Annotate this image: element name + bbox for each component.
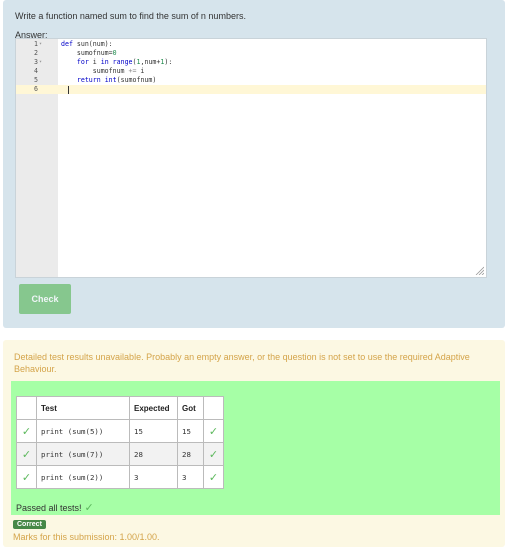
code-text: return int(sumofnum) xyxy=(76,76,157,84)
line-number: 2 xyxy=(34,49,38,57)
test-results-table: Test Expected Got ✓ print (sum(5)) 15 15… xyxy=(16,396,224,489)
row-status-cell: ✓ xyxy=(16,442,37,466)
line-number: 1 xyxy=(34,40,38,48)
question-panel: Write a function named sum to find the s… xyxy=(3,0,505,328)
line-number: 6 xyxy=(34,85,38,93)
got-cell: 15 xyxy=(177,419,204,443)
text-cursor xyxy=(68,86,69,94)
code-text: def sun(num): xyxy=(61,40,113,48)
expected-cell: 3 xyxy=(129,465,178,489)
row-result-cell: ✓ xyxy=(203,419,224,443)
question-text: Write a function named sum to find the s… xyxy=(15,11,246,21)
table-row: ✓ print (sum(2)) 3 3 ✓ xyxy=(16,465,224,489)
header-test: Test xyxy=(36,396,130,420)
correct-badge: Correct xyxy=(13,520,46,529)
expected-cell: 28 xyxy=(129,442,178,466)
resize-grip-icon[interactable] xyxy=(474,265,484,275)
test-results-box: Test Expected Got ✓ print (sum(5)) 15 15… xyxy=(11,381,500,515)
table-row: ✓ print (sum(5)) 15 15 ✓ xyxy=(16,419,224,443)
got-cell: 3 xyxy=(177,465,204,489)
code-line[interactable]: 2 sumofnum=0 xyxy=(16,49,486,58)
check-icon: ✓ xyxy=(21,425,32,438)
check-button[interactable]: Check xyxy=(19,284,71,314)
line-number: 5 xyxy=(34,76,38,84)
row-result-cell: ✓ xyxy=(203,465,224,489)
line-number: 3 xyxy=(34,58,38,66)
fold-arrow-icon[interactable]: ▾ xyxy=(39,40,42,49)
passed-all-tests: Passed all tests! ✓ xyxy=(16,501,94,514)
code-line[interactable]: 4 sumofnum += i xyxy=(16,67,486,76)
check-icon: ✓ xyxy=(21,471,32,484)
code-line[interactable]: 5 return int(sumofnum) xyxy=(16,76,486,85)
check-icon: ✓ xyxy=(208,448,219,461)
check-icon: ✓ xyxy=(21,448,32,461)
passed-text: Passed all tests! xyxy=(16,503,82,513)
fold-arrow-icon[interactable]: ▾ xyxy=(39,58,42,67)
table-header-row: Test Expected Got xyxy=(16,396,224,420)
expected-cell: 15 xyxy=(129,419,178,443)
code-line[interactable]: 1 ▾ def sun(num): xyxy=(16,40,486,49)
test-cell: print (sum(7)) xyxy=(36,442,130,466)
row-status-cell: ✓ xyxy=(16,419,37,443)
test-cell: print (sum(5)) xyxy=(36,419,130,443)
header-status-cell xyxy=(16,396,37,420)
code-line[interactable]: 6 xyxy=(16,85,486,94)
check-icon: ✓ xyxy=(208,425,219,438)
feedback-message: Detailed test results unavailable. Proba… xyxy=(14,352,470,374)
row-status-cell: ✓ xyxy=(16,465,37,489)
test-cell: print (sum(2)) xyxy=(36,465,130,489)
code-text: sumofnum=0 xyxy=(61,49,117,57)
code-text: sumofnum += i xyxy=(61,67,145,75)
line-number: 4 xyxy=(34,67,38,75)
header-got: Got xyxy=(177,396,204,420)
marks-text: Marks for this submission: 1.00/1.00. xyxy=(13,532,160,542)
feedback-panel: Detailed test results unavailable. Proba… xyxy=(3,340,505,547)
row-result-cell: ✓ xyxy=(203,442,224,466)
code-editor[interactable]: 1 ▾ def sun(num): 2 sumofnum=0 3 ▾ for i in r… xyxy=(15,38,487,278)
header-expected: Expected xyxy=(129,396,178,420)
table-row: ✓ print (sum(7)) 28 28 ✓ xyxy=(16,442,224,466)
check-icon: ✓ xyxy=(84,502,94,514)
got-cell: 28 xyxy=(177,442,204,466)
header-result-cell xyxy=(203,396,224,420)
code-text: for i in range(1,num+1): xyxy=(76,58,173,66)
check-icon: ✓ xyxy=(208,471,219,484)
code-line[interactable]: 3 ▾ for i in range(1,num+1): xyxy=(16,58,486,67)
